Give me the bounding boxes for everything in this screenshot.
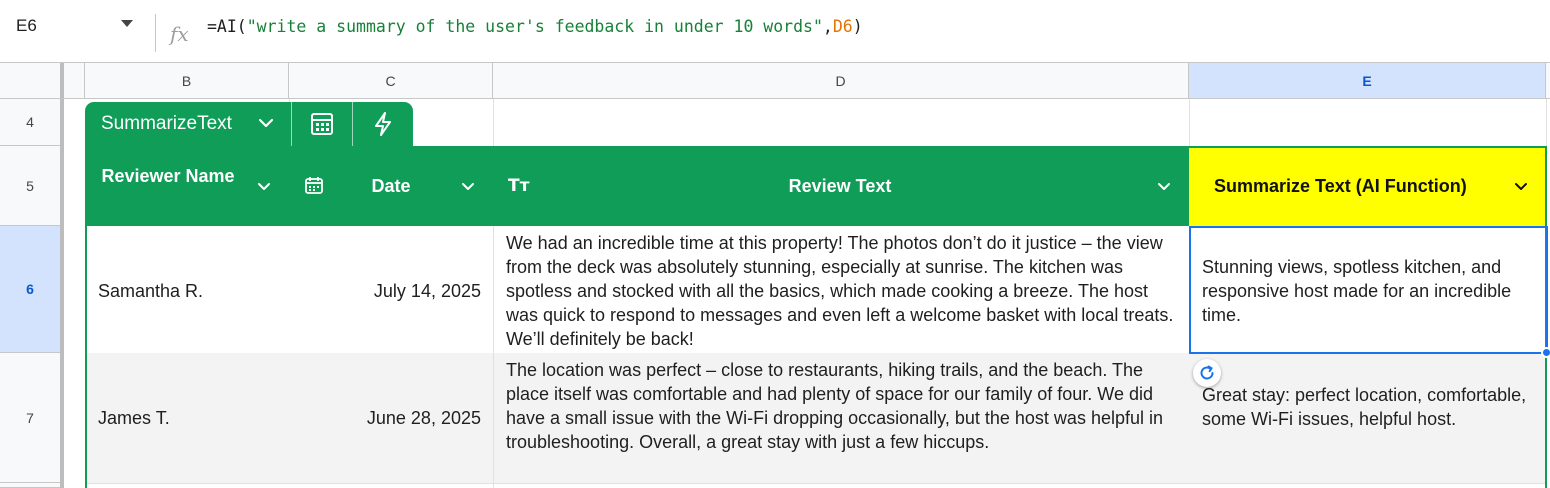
row-header-5[interactable]: 5 [0,146,60,226]
grid-line [1189,99,1190,146]
row-header-6[interactable]: 6 [0,226,60,353]
refresh-ai-button[interactable] [1193,359,1221,387]
grid-line [1546,99,1547,146]
column-header-c[interactable]: C [289,63,493,98]
formula-separator: , [822,17,833,36]
table-name-label[interactable]: SummarizeText [101,113,232,135]
formula-string-arg: "write a summary of the user's feedback … [246,17,823,36]
table-name-tab[interactable]: SummarizeText [85,102,413,146]
row-header-4[interactable]: 4 [0,99,60,146]
column-header-d[interactable]: D [493,63,1189,98]
column-header-e[interactable]: E [1189,63,1546,98]
fx-icon: fx [170,22,189,46]
frozen-column-divider[interactable] [60,99,64,488]
column-header-b[interactable]: B [85,63,289,98]
formula-suffix: ) [852,17,863,36]
tab-divider [352,102,353,146]
formula-bar-divider [155,14,156,52]
formula-input[interactable]: =AI("write a summary of the user's feedb… [207,17,863,36]
formula-prefix: =AI( [207,17,247,36]
formula-cell-ref: D6 [832,17,853,36]
row-header-7[interactable]: 7 [0,353,60,483]
fill-handle[interactable] [1541,347,1550,358]
row-header-8[interactable] [0,483,60,488]
column-header-row: B C D E [0,62,1550,99]
grid-line [493,99,494,146]
lightning-bolt-icon[interactable] [372,111,394,137]
active-cell-selection[interactable] [1189,226,1548,354]
select-all-corner[interactable] [0,63,64,98]
table-view-icon[interactable] [309,111,335,137]
tab-divider [291,102,292,146]
chevron-down-icon[interactable] [257,114,275,132]
name-box-dropdown-icon[interactable] [121,20,133,27]
refresh-icon [1200,365,1214,380]
column-header-a[interactable] [64,63,85,98]
name-box[interactable]: E6 [16,16,37,36]
